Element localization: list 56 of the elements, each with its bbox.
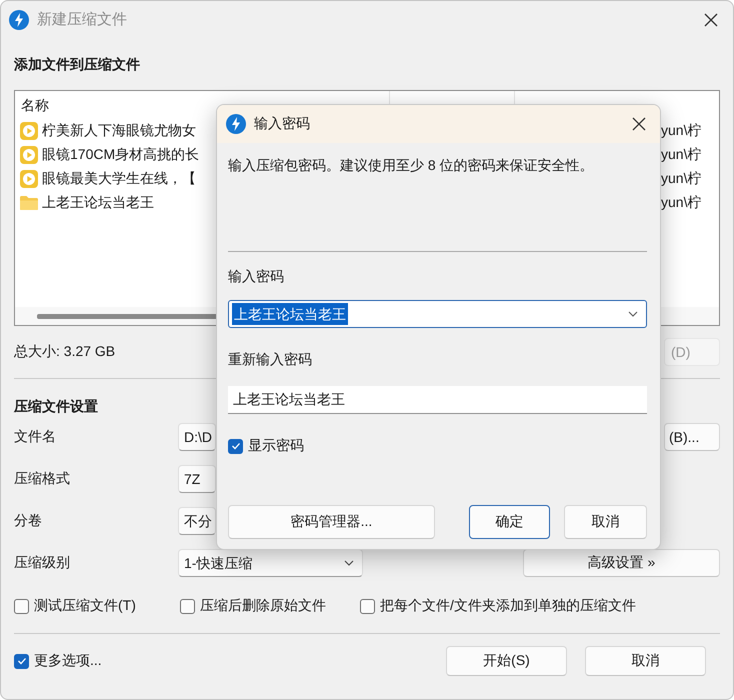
file-name[interactable]: 眼镜170CM身材高挑的长 [42,146,200,164]
field-label: 输入密码 [228,267,285,286]
field-label: 文件名 [14,428,57,446]
input-field[interactable]: D:\D [178,423,216,451]
password-combo-field[interactable]: 上老王论坛当老王 [228,300,647,328]
file-path: yun\柠 [660,170,702,188]
section-heading: 添加文件到压缩文件 [14,55,140,74]
input-field[interactable]: 上老王论坛当老王 [228,386,647,414]
section-heading: 压缩文件设置 [14,397,98,416]
button[interactable]: 取消 [564,505,647,539]
video-file-icon [20,146,38,164]
close-icon[interactable] [632,117,646,131]
checkbox-label: 测试压缩文件(T) [34,597,136,615]
button[interactable]: 高级设置 » [523,549,720,577]
checkbox[interactable] [14,598,29,614]
window-title: 新建压缩文件 [37,10,127,29]
check-icon [230,441,240,451]
dropdown[interactable]: 1-快速压缩 [178,549,363,577]
checkbox-label: 更多选项... [34,652,102,670]
video-file-icon [20,122,38,140]
video-file-icon [20,170,38,188]
input-field[interactable]: 7Z [178,465,216,493]
column-header[interactable]: 名称 [21,97,49,113]
file-path: yun\柠 [660,194,702,212]
field-label: 分卷 [14,512,43,530]
total-size: 总大小: 3.27 GB [14,343,116,361]
button[interactable]: 开始(S) [446,646,567,676]
file-name[interactable]: 上老王论坛当老王 [42,194,154,212]
file-path: yun\柠 [660,122,702,140]
button[interactable]: 确定 [469,505,550,539]
file-path: yun\柠 [660,146,702,164]
button[interactable]: 密码管理器... [228,505,435,539]
checkbox[interactable] [228,438,243,454]
checkbox[interactable] [180,598,195,614]
dialog-title: 输入密码 [254,115,310,133]
field-label: 压缩格式 [14,470,71,488]
app-icon [9,10,29,30]
close-icon[interactable] [704,12,718,26]
field-label: 重新输入密码 [228,350,313,369]
field-label: 压缩级别 [14,554,71,572]
checkbox-label: 显示密码 [248,437,304,455]
checkbox-label: 压缩后删除原始文件 [200,597,326,615]
check-icon [16,656,26,666]
checkbox[interactable] [14,654,29,668]
chevron-icon [628,311,638,317]
chevron-icon [344,560,354,566]
input-field[interactable]: 不分 [178,507,216,535]
button[interactable]: (B)... [664,423,720,451]
button[interactable]: 取消 [585,646,706,676]
folder-icon [20,195,38,211]
description-text: 输入压缩包密码。建议使用至少 8 位的密码来保证安全性。 [228,156,595,175]
file-name[interactable]: 柠美新人下海眼镜尤物女 [42,122,196,140]
checkbox-label: 把每个文件/文件夹添加到单独的压缩文件 [380,597,636,615]
app-icon [226,114,246,134]
checkbox[interactable] [360,598,375,614]
file-name[interactable]: 眼镜最美大学生在线，【 [42,170,196,188]
